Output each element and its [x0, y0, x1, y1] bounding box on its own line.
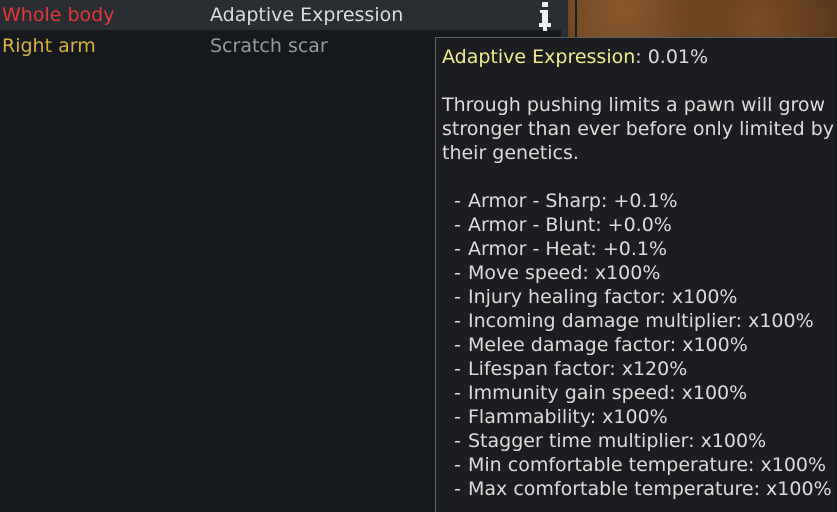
stat-item: - Move speed: x100%	[454, 262, 661, 284]
map-frame-divider	[575, 0, 577, 38]
health-tab-screen: Whole body Adaptive Expression Right arm…	[0, 0, 837, 512]
info-icon[interactable]	[536, 1, 554, 31]
stat-item: - Max comfortable temperature: x100%	[454, 478, 832, 500]
stat-item: - Stagger time multiplier: x100%	[454, 430, 767, 452]
tooltip-title-line: Adaptive Expression: 0.01%	[442, 45, 835, 69]
stat-item: - Min comfortable temperature: x100%	[454, 454, 827, 476]
stat-item: - Melee damage factor: x100%	[454, 334, 748, 356]
stat-item: - Immunity gain speed: x100%	[454, 382, 748, 404]
map-background	[568, 0, 837, 38]
tooltip-title: Adaptive Expression	[442, 46, 636, 68]
body-part-label: Right arm	[2, 35, 96, 57]
body-part-label: Whole body	[2, 4, 115, 26]
tooltip-description: Through pushing limits a pawn will grow …	[442, 94, 835, 164]
stat-item: - Armor - Sharp: +0.1%	[454, 190, 678, 212]
stat-item: - Armor - Heat: +0.1%	[454, 238, 668, 260]
stat-item: - Injury healing factor: x100%	[454, 286, 738, 308]
tooltip-stat-list: - Armor - Sharp: +0.1% - Armor - Blunt: +0…	[442, 189, 835, 501]
stat-item: - Armor - Blunt: +0.0%	[454, 214, 672, 236]
stat-item: - Lifespan factor: x120%	[454, 358, 688, 380]
condition-label: Scratch scar	[210, 35, 328, 57]
panel-edge	[561, 0, 568, 38]
tooltip-severity: : 0.01%	[635, 46, 709, 68]
hediff-tooltip: Adaptive Expression: 0.01% Through pushi…	[435, 37, 835, 512]
stat-item: - Incoming damage multiplier: x100%	[454, 310, 814, 332]
condition-label: Adaptive Expression	[210, 4, 404, 26]
hediff-row-whole-body[interactable]: Whole body Adaptive Expression	[0, 0, 561, 31]
stat-item: - Flammability: x100%	[454, 406, 668, 428]
